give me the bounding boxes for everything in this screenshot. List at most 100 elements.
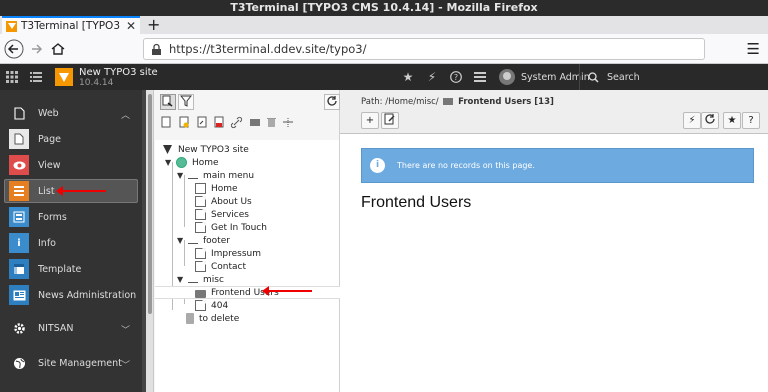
tree-node-main-menu[interactable]: ▼ main menu (177, 169, 254, 182)
system-info-icon[interactable] (468, 64, 492, 90)
tab-close-icon[interactable]: ✕ (126, 19, 136, 33)
tree-node-home[interactable]: ▼ Home (165, 156, 219, 169)
page-icon (195, 222, 206, 233)
caret-down-icon[interactable]: ▼ (177, 171, 185, 180)
edit-page-button[interactable] (381, 112, 399, 129)
add-page-icon (162, 95, 173, 107)
list-toggle-icon[interactable] (24, 64, 48, 90)
search-toggle[interactable]: Search (579, 64, 640, 90)
tree-node-label: misc (203, 274, 224, 285)
tree-node-label: 404 (211, 300, 229, 311)
eye-icon (9, 155, 29, 175)
plus-icon: + (365, 115, 375, 126)
module-item-label: Forms (38, 211, 67, 223)
module-group-web[interactable]: Web ︿ (0, 100, 146, 126)
tree-node-label: About Us (211, 196, 252, 207)
tree-node-get-in-touch[interactable]: Get In Touch (195, 221, 267, 234)
spacer-icon (188, 281, 198, 283)
module-group-label: NITSAN (38, 322, 74, 334)
reload-button[interactable] (701, 112, 719, 129)
chevron-down-icon: ﹀ (120, 361, 130, 371)
module-item-info[interactable]: i Info (0, 231, 146, 255)
home-button[interactable] (48, 39, 68, 59)
star-icon: ★ (727, 115, 737, 126)
hamburger-menu-icon[interactable]: ☰ (747, 40, 760, 58)
filter-button[interactable] (178, 94, 194, 110)
tree-node-label: main menu (203, 170, 255, 181)
tree-node-services[interactable]: Services (195, 208, 249, 221)
question-icon: ? (748, 115, 754, 126)
typo3-favicon-icon (6, 20, 17, 32)
annotation-arrow (56, 186, 106, 196)
edit-page-icon (384, 113, 395, 125)
caret-down-icon[interactable]: ▼ (165, 158, 173, 167)
tree-node-label: New TYPO3 site (178, 144, 249, 155)
module-menu: Web ︿ Page View List Forms i Info Templa… (0, 90, 146, 392)
page-type-recycler-icon (267, 118, 276, 127)
tree-node-home-page[interactable]: Home (195, 182, 238, 195)
tree-node-root[interactable]: New TYPO3 site (162, 143, 249, 156)
page-tree-panel: New TYPO3 site ▼ Home ▼ main menu Home A… (146, 90, 485, 392)
user-menu[interactable]: System Admin (499, 64, 590, 90)
clear-cache-button[interactable]: ⚡ (683, 112, 701, 129)
clear-cache-bolt-icon[interactable]: ⚡ (420, 64, 444, 90)
url-text: https://t3terminal.ddev.site/typo3/ (169, 42, 367, 56)
bookmark-button[interactable]: ★ (723, 112, 741, 129)
tree-node-label: Get In Touch (211, 222, 267, 233)
site-version: 10.4.14 (79, 78, 114, 88)
new-page-dragger-button[interactable] (160, 94, 176, 110)
module-item-page[interactable]: Page (0, 127, 146, 151)
back-button[interactable] (4, 39, 24, 59)
forward-button[interactable] (27, 39, 47, 59)
typo3-site-icon (162, 144, 173, 155)
help-icon[interactable]: ? (444, 64, 468, 90)
bookmarks-star-icon[interactable]: ★ (396, 64, 420, 90)
breadcrumb-current: Frontend Users [13] (458, 97, 554, 107)
home-page-icon (195, 183, 206, 194)
tree-node-contact[interactable]: Contact (195, 260, 246, 273)
forward-arrow-icon (32, 44, 43, 54)
module-item-label: News Administration (38, 289, 137, 301)
tree-node-footer[interactable]: ▼ footer (177, 234, 230, 247)
module-item-view[interactable]: View (0, 153, 146, 177)
window-title: T3Terminal [TYPO3 CMS 10.4.14] - Mozilla… (0, 0, 768, 16)
page-type-mountpoint-icon (214, 116, 224, 128)
tree-node-label: footer (203, 235, 230, 246)
new-record-button[interactable]: + (361, 112, 379, 129)
module-menu-toggle-icon[interactable] (0, 64, 24, 90)
caret-down-icon[interactable]: ▼ (177, 275, 185, 284)
home-icon (51, 43, 65, 55)
info-module-icon: i (9, 233, 29, 253)
caret-down-icon[interactable]: ▼ (177, 236, 185, 245)
search-label: Search (607, 71, 640, 83)
refresh-tree-button[interactable] (324, 94, 340, 110)
web-page-icon (9, 103, 29, 123)
avatar (499, 69, 515, 85)
tree-node-impressum[interactable]: Impressum (195, 247, 261, 260)
tree-node-misc[interactable]: ▼ misc (177, 273, 224, 286)
refresh-icon (705, 114, 715, 124)
spacer-icon (188, 177, 198, 179)
doc-header: Path: /Home/misc/ Frontend Users [13] + … (340, 90, 768, 134)
new-tab-button[interactable]: + (147, 16, 160, 34)
module-item-label: View (38, 159, 61, 171)
tree-scrollbar[interactable] (148, 94, 152, 314)
page-icon (195, 300, 206, 311)
typo3-logo-icon[interactable] (55, 68, 73, 86)
module-item-news-administration[interactable]: News Administration (0, 283, 146, 307)
page-icon (195, 261, 206, 272)
module-group-site-management[interactable]: Site Management ﹀ (0, 350, 146, 376)
tree-resize-handle[interactable] (146, 90, 154, 392)
module-item-template[interactable]: Template (0, 257, 146, 281)
browser-tab[interactable]: T3Terminal [TYPO3 CMS ✕ (2, 16, 140, 34)
module-item-forms[interactable]: Forms (0, 205, 146, 229)
search-icon (588, 71, 599, 83)
help-button[interactable]: ? (742, 112, 760, 129)
url-bar[interactable]: https://t3terminal.ddev.site/typo3/ (143, 38, 705, 60)
tree-node-about-us[interactable]: About Us (195, 195, 252, 208)
tree-node-404[interactable]: 404 (195, 299, 228, 312)
breadcrumb: Path: /Home/misc/ Frontend Users [13] (361, 97, 554, 107)
tree-node-to-delete[interactable]: to delete (184, 312, 239, 325)
module-item-label: Page (38, 133, 61, 145)
module-group-nitsan[interactable]: NITSAN ﹀ (0, 315, 146, 341)
